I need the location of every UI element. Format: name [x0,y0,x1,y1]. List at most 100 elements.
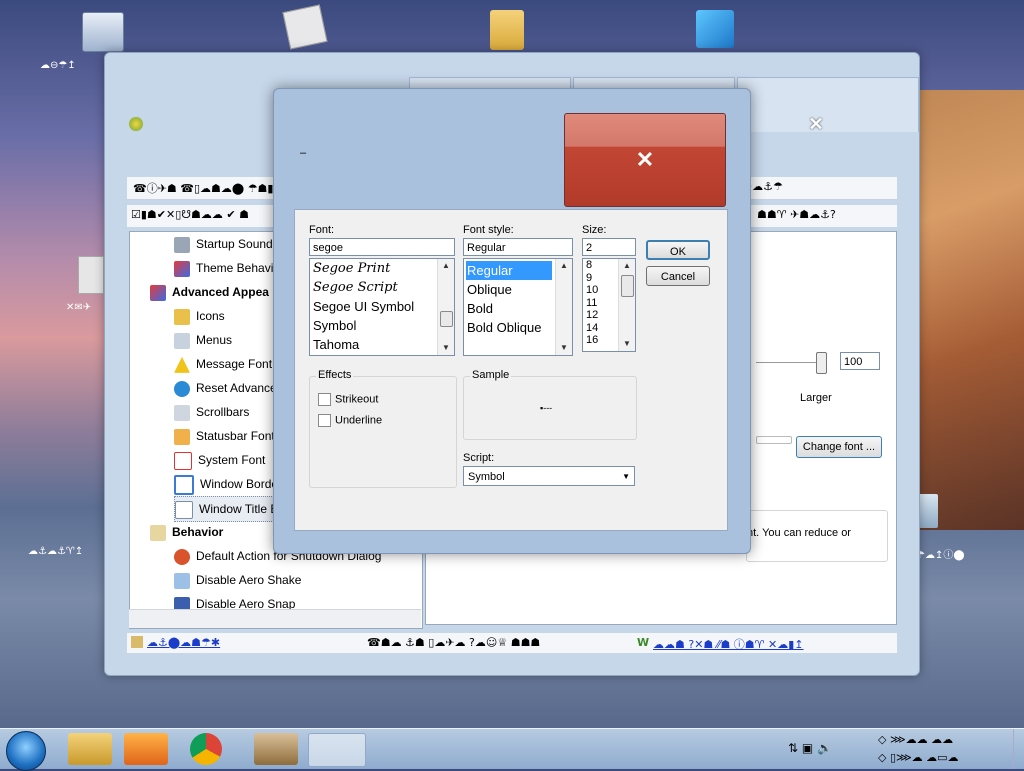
start-button[interactable] [6,731,46,771]
strikeout-checkbox[interactable]: Strikeout [318,393,378,406]
scroll-down-icon[interactable]: ▼ [556,341,572,355]
scroll-thumb[interactable] [621,275,634,297]
user-folder-icon[interactable] [490,10,524,50]
chevron-down-icon: ▼ [622,472,630,481]
font-list-scrollbar[interactable]: ▲ ▼ [437,259,454,355]
tree-item[interactable]: System Font [198,453,265,467]
toolbar2-icons[interactable]: ☑▮☗✔✕▯☋☗☁☁ ✔ ☗ [131,208,249,221]
font-list[interactable]: Segoe Print Segoe Script Segoe UI Symbol… [309,258,455,356]
dialog-client: Font: segoe Segoe Print Segoe Script Seg… [294,209,728,531]
font-list-item[interactable]: Segoe Script [310,278,454,297]
font-style-input[interactable]: Regular [463,238,573,256]
close-icon[interactable]: ✕ [805,113,827,135]
status-link[interactable]: ☁⚓⬤☁☗☂✱ [147,636,220,649]
font-style-item-selected[interactable]: Regular [466,261,552,280]
statusbar-font-icon [174,428,190,445]
status-link-right[interactable]: ☁☁☗ ?✕☗ ⁄⁄☗ ⓘ☗♈ ✕☁▮↥ [653,636,804,652]
status-bar: ☁⚓⬤☁☗☂✱ ☎☗☁ ⚓☗ ▯☁✈☁ ?☁☺♕ ☗☗☗ W ☁☁☗ ?✕☗ ⁄… [127,633,897,653]
desktop-icon-label: ☁⊖☂↥ [40,60,76,71]
size-input[interactable]: 2 [582,238,636,256]
sample-text: ▪--- [540,403,553,413]
size-spin-input[interactable]: 100 [840,352,880,370]
script-select[interactable]: Symbol ▼ [463,466,635,486]
change-font-button[interactable]: Change font ... [796,436,882,458]
font-style-list[interactable]: Regular Oblique Bold Bold Oblique ▲ ▼ [463,258,573,356]
window-title-icon [175,500,193,519]
computer-icon[interactable] [82,12,124,52]
window-borders-icon [174,474,194,495]
size-slider-thumb[interactable] [816,352,827,374]
strikeout-label: Strikeout [335,393,379,406]
tree-item[interactable]: Theme Behavio [196,261,280,275]
scroll-up-icon[interactable]: ▲ [556,259,572,273]
scrollbars-icon [174,404,190,421]
size-list-scrollbar[interactable]: ▲ ▼ [618,259,635,351]
sample-group: Sample ▪--- [463,369,637,440]
effects-group: Effects Strikeout Underline [309,369,457,488]
tree-item[interactable]: Disable Aero Shake [196,573,301,587]
tray-icons[interactable]: ⇅ ▣ 🔊 [788,741,832,755]
font-input[interactable]: segoe [309,238,455,256]
underline-checkbox[interactable]: Underline [318,414,382,427]
font-style-scrollbar[interactable]: ▲ ▼ [555,259,572,355]
tree-group[interactable]: Behavior [172,525,223,539]
tree-item[interactable]: Reset Advance [196,381,277,395]
font-label: Font: [309,224,335,236]
tree-item[interactable]: Icons [196,309,225,323]
shortcut-icon[interactable] [696,10,734,48]
tree-item[interactable]: Statusbar Font [196,429,275,443]
tree-item[interactable]: Startup Sound [196,237,273,251]
tree-item[interactable]: Scrollbars [196,405,249,419]
desktop-icon-label: ☂☁↥ⓘ⬤ [916,550,965,561]
tab[interactable] [737,77,919,132]
scroll-thumb[interactable] [440,311,453,327]
status-glyphs: ☎☗☁ ⚓☗ ▯☁✈☁ ?☁☺♕ ☗☗☗ [367,636,541,649]
font-dialog: – ✕ Font: segoe Segoe Print Segoe Script… [273,88,751,554]
dialog-title: – [300,147,307,159]
sample-label: Sample [470,369,512,381]
toolbar2-right-icons[interactable]: ☗☗♈ ✈☗☁⚓? [757,208,836,221]
icons-icon [174,308,190,325]
scroll-up-icon[interactable]: ▲ [619,259,635,273]
tweaker-app-icon[interactable] [308,733,366,767]
shutdown-icon [174,548,190,565]
cancel-button[interactable]: Cancel [646,266,710,286]
show-desktop-button[interactable] [1013,729,1024,769]
taskbar: ⇅ ▣ 🔊 ◇ ⋙☁☁ ☁☁ ◇ ▯⋙☁ ☁▭☁ [0,728,1024,771]
tree-horizontal-scrollbar[interactable] [129,609,421,628]
description-text: nt. You can reduce or [747,527,851,539]
menus-icon [174,332,190,349]
toolbar-icons[interactable]: ☎ⓘ✈☗ ☎▯☁☗☁⬤ ☂☗▮ [133,180,273,196]
tray-date: ◇ ▯⋙☁ ☁▭☁ [878,751,959,764]
chrome-icon[interactable] [190,733,222,765]
reset-icon [174,380,190,397]
shortcut-icon[interactable] [78,256,104,294]
font-list-item[interactable]: Segoe UI Symbol [310,297,454,316]
font-style-label: Font style: [463,224,514,236]
ok-button[interactable]: OK [646,240,710,260]
behavior-icon [150,524,166,541]
desktop-icon-label: ☁⚓☁⚓♈↥ [28,546,84,557]
scroll-down-icon[interactable]: ▼ [619,337,635,351]
underline-label: Underline [335,414,383,427]
roblox-icon[interactable] [282,4,328,50]
archive-icon[interactable] [254,733,298,765]
font-list-item[interactable]: Symbol [310,316,454,335]
tree-item[interactable]: Menus [196,333,232,347]
tree-group[interactable]: Advanced Appea [172,285,269,299]
warning-icon [174,356,190,373]
scroll-up-icon[interactable]: ▲ [438,259,454,273]
font-list-item[interactable]: Segoe Print [310,259,454,278]
size-list[interactable]: 8 9 10 11 12 14 16 ▲ ▼ [582,258,636,352]
tree-item[interactable]: Message Font [196,357,272,371]
description-box: nt. You can reduce or [746,510,888,562]
media-player-icon[interactable] [124,733,168,765]
font-preview-field [756,436,792,444]
size-label: Size: [582,224,607,236]
script-value: Symbol [468,471,505,483]
dialog-close-button[interactable]: ✕ [564,113,726,207]
scroll-down-icon[interactable]: ▼ [438,341,454,355]
explorer-icon[interactable] [68,733,112,765]
theme-icon [174,260,190,277]
font-list-item[interactable]: Tahoma [310,335,454,354]
